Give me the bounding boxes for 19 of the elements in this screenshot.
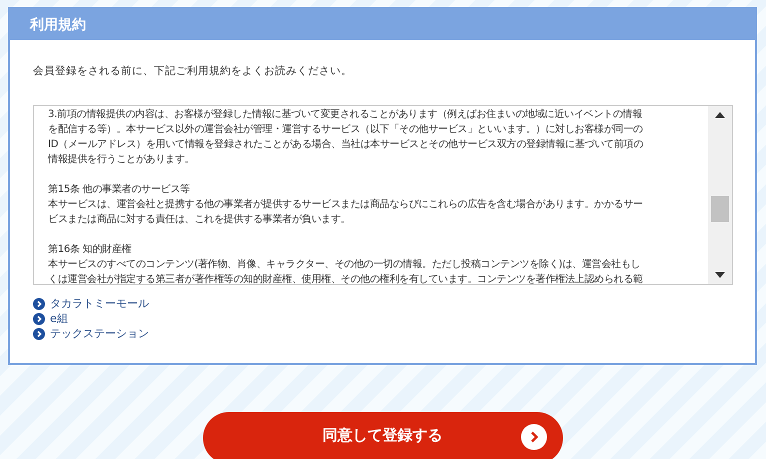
chevron-icon (33, 328, 45, 340)
terms-paragraph: 3.前項の情報提供の内容は、お客様が登録した情報に基づいて変更されることがあります（例えばお住まいの地域に近いイベントの情報 を配信する等）。本サービス以外の運営会社が管理・運営するサービス（以下「その他サービス」といいます。）に対しお客様が同一の ID（メールアドレス）を用いて情報を登録されたことがある場合、当社は本サービスとその他サービス双方の登録情報に基づいて前項の 情報提供を行うことがあります。 (48, 108, 644, 167)
service-link[interactable]: タカラトミーモール (50, 296, 149, 311)
service-link[interactable]: テックステーション (50, 326, 149, 341)
scrollbar[interactable] (708, 106, 732, 284)
chevron-icon (520, 424, 546, 450)
article-heading: 第16条 知的財産権 (48, 242, 132, 257)
panel-title: 利用規約 (10, 9, 755, 40)
scroll-down-icon[interactable] (715, 272, 725, 278)
article-heading: 第15条 他の事業者のサービス等 (48, 182, 191, 197)
scroll-thumb[interactable] (711, 196, 729, 222)
terms-paragraph: 本サービスのすべてのコンテンツ(著作物、肖像、キャラクター、その他の一切の情報。ただし投稿コンテンツを除く)は、運営会社もし くは運営会社が指定する第三者が著作権等の知的財産権、使用権、その他の権利を有しています。コンテンツを著作権法上認められる範 (48, 258, 644, 284)
service-link[interactable]: e組 (50, 311, 68, 326)
scroll-up-icon[interactable] (715, 112, 725, 118)
terms-paragraph: 本サービスは、運営会社と提携する他の事業者が提供するサービスまたは商品ならびにこれらの広告を含む場合があります。かかるサー ビスまたは商品に対する責任は、これを提供する事業者が負います。 (48, 198, 644, 227)
chevron-icon (33, 312, 45, 324)
chevron-icon (33, 298, 45, 310)
intro-text: 会員登録をされる前に、下記ご利用規約をよくお読みください。 (33, 64, 353, 78)
agree-button[interactable]: 同意して登録する (202, 412, 562, 459)
